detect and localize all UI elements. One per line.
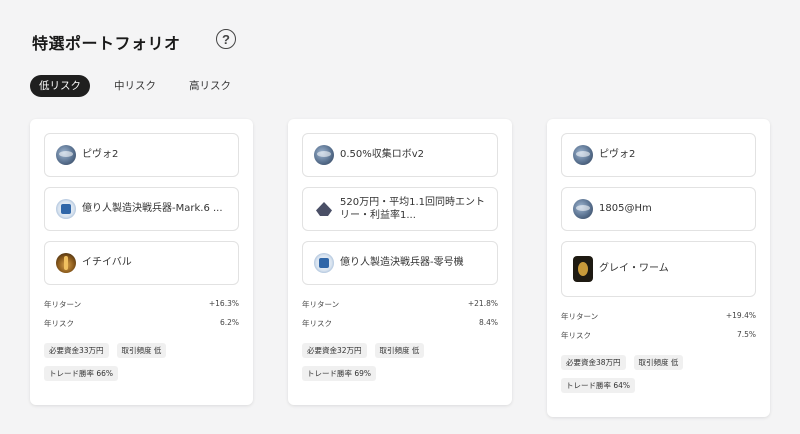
portfolio-item[interactable]: ピヴォ2 [561,133,756,177]
annual-risk-row: 年リスク 8.4% [302,318,498,329]
dragon-icon [573,256,593,282]
annual-return-row: 年リターン +19.4% [561,311,756,322]
annual-return-label: 年リターン [44,300,82,309]
win-rate-badge: トレード勝率 69% [302,366,377,381]
item-name: 520万円・平均1.1回同時エントリー・利益率1... [340,196,485,222]
annual-risk-row: 年リスク 6.2% [44,318,239,329]
item-name: 億り人製造決戦兵器-零号機 [340,257,464,269]
portfolio-item[interactable]: 億り人製造決戦兵器-Mark.6 ... [44,187,239,231]
portfolio-item[interactable]: 520万円・平均1.1回同時エントリー・利益率1... [302,187,498,231]
tag-list: 必要資金32万円 取引頻度 低 トレード勝率 69% [302,343,498,389]
portfolio-item[interactable]: イチイバル [44,241,239,285]
globe-icon [573,199,593,219]
tag-list: 必要資金38万円 取引頻度 低 トレード勝率 64% [561,355,756,401]
tab-high-risk[interactable]: 高リスク [180,75,240,97]
required-capital-badge: 必要資金32万円 [302,343,367,358]
annual-risk-label: 年リスク [44,319,74,328]
annual-return-value: +19.4% [725,311,756,320]
annual-return-value: +21.8% [467,299,498,308]
item-name: ピヴォ2 [599,149,636,161]
tab-low-risk[interactable]: 低リスク [30,75,90,97]
portfolio-item[interactable]: 1805@Hm [561,187,756,231]
portfolio-card-3[interactable]: ピヴォ2 1805@Hm グレイ・ワーム 年リターン +19.4% 年リスク 7… [547,119,770,417]
item-name: 億り人製造決戦兵器-Mark.6 ... [82,203,223,215]
annual-risk-row: 年リスク 7.5% [561,330,756,341]
annual-return-label: 年リターン [302,300,340,309]
annual-risk-label: 年リスク [302,319,332,328]
mark-icon [56,199,76,219]
risk-tabs: 低リスク 中リスク 高リスク [30,75,255,97]
annual-return-row: 年リターン +21.8% [302,299,498,310]
tab-medium-risk[interactable]: 中リスク [105,75,165,97]
annual-risk-label: 年リスク [561,331,591,340]
required-capital-badge: 必要資金33万円 [44,343,109,358]
globe-icon [56,145,76,165]
portfolio-item[interactable]: 億り人製造決戦兵器-零号機 [302,241,498,285]
globe-icon [314,145,334,165]
page-title: 特選ポートフォリオ [32,34,181,53]
robot-icon [314,199,334,219]
portfolio-item[interactable]: ピヴォ2 [44,133,239,177]
annual-risk-value: 6.2% [219,318,239,327]
trade-frequency-badge: 取引頻度 低 [633,355,684,370]
annual-return-label: 年リターン [561,312,599,321]
globe-icon [573,145,593,165]
portfolio-card-1[interactable]: ピヴォ2 億り人製造決戦兵器-Mark.6 ... イチイバル 年リターン +1… [30,119,253,405]
item-name: グレイ・ワーム [599,263,669,275]
win-rate-badge: トレード勝率 64% [561,378,636,393]
wheat-icon [56,253,76,273]
trade-frequency-badge: 取引頻度 低 [116,343,167,358]
help-icon[interactable]: ? [216,29,236,49]
annual-return-value: +16.3% [208,299,239,308]
item-name: 1805@Hm [599,203,652,215]
mark-icon [314,253,334,273]
required-capital-badge: 必要資金38万円 [561,355,626,370]
portfolio-item[interactable]: グレイ・ワーム [561,241,756,297]
item-name: 0.50%収集ロボv2 [340,149,425,161]
tag-list: 必要資金33万円 取引頻度 低 トレード勝率 66% [44,343,239,389]
item-name: ピヴォ2 [82,149,119,161]
trade-frequency-badge: 取引頻度 低 [374,343,425,358]
portfolio-card-2[interactable]: 0.50%収集ロボv2 520万円・平均1.1回同時エントリー・利益率1... … [288,119,512,405]
portfolio-item[interactable]: 0.50%収集ロボv2 [302,133,498,177]
annual-return-row: 年リターン +16.3% [44,299,239,310]
win-rate-badge: トレード勝率 66% [44,366,119,381]
annual-risk-value: 8.4% [478,318,498,327]
item-name: イチイバル [82,257,132,269]
annual-risk-value: 7.5% [736,330,756,339]
